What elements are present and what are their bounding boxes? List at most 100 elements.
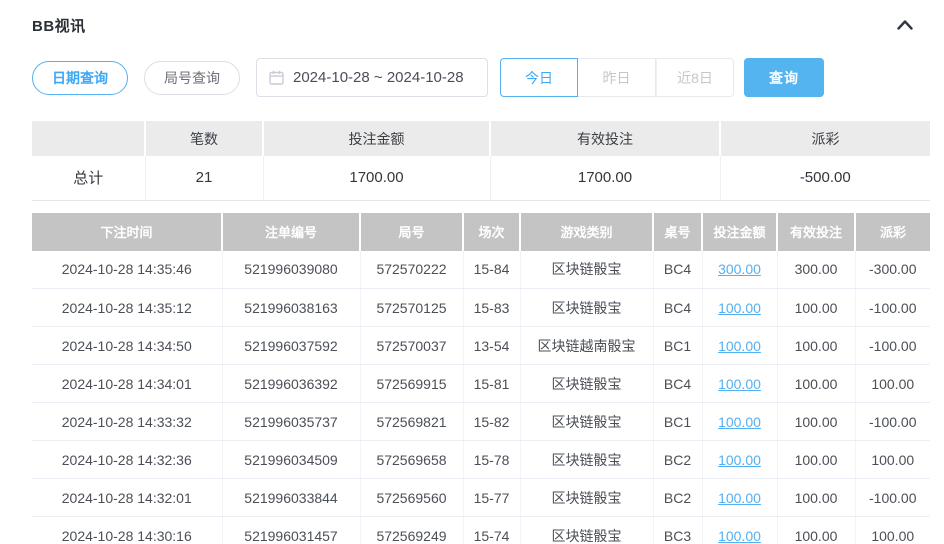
quick-range-yesterday[interactable]: 昨日: [578, 58, 656, 97]
bet-amount-link[interactable]: 100.00: [718, 300, 761, 316]
cell-payout: -100.00: [855, 403, 930, 441]
cell-payout: -100.00: [855, 289, 930, 327]
cell-valid-bet: 100.00: [777, 403, 855, 441]
filter-bar: 日期查询 局号查询 2024-10-28 ~ 2024-10-28 今日 昨日 …: [32, 58, 930, 97]
summary-header-empty: [32, 121, 145, 156]
summary-total-row: 总计 21 1700.00 1700.00 -500.00: [32, 156, 930, 200]
table-row: 2024-10-28 14:34:50 521996037592 5725700…: [32, 327, 930, 365]
cell-payout: 100.00: [855, 365, 930, 403]
table-row: 2024-10-28 14:35:46 521996039080 5725702…: [32, 251, 930, 289]
summary-table: 笔数 投注金额 有效投注 派彩 总计 21 1700.00 1700.00 -5…: [32, 121, 930, 201]
bet-amount-link[interactable]: 100.00: [718, 490, 761, 506]
cell-bet-id: 521996037592: [222, 327, 360, 365]
bet-amount-link[interactable]: 100.00: [718, 376, 761, 392]
cell-valid-bet: 100.00: [777, 479, 855, 517]
cell-game-type: 区块链骰宝: [520, 289, 653, 327]
date-range-input[interactable]: 2024-10-28 ~ 2024-10-28: [256, 58, 488, 97]
cell-round-id: 572570125: [360, 289, 463, 327]
table-row: 2024-10-28 14:35:12 521996038163 5725701…: [32, 289, 930, 327]
cell-game-type: 区块链骰宝: [520, 517, 653, 544]
round-query-tab[interactable]: 局号查询: [144, 61, 240, 95]
cell-bet-time: 2024-10-28 14:30:16: [32, 517, 222, 544]
cell-game-type: 区块链骰宝: [520, 479, 653, 517]
header-round-id: 局号: [360, 213, 463, 251]
cell-bet-id: 521996034509: [222, 441, 360, 479]
search-button[interactable]: 查询: [744, 58, 824, 97]
quick-range-last8days[interactable]: 近8日: [656, 58, 734, 97]
bet-amount-link[interactable]: 100.00: [718, 414, 761, 430]
cell-bet-time: 2024-10-28 14:33:32: [32, 403, 222, 441]
cell-session: 15-81: [463, 365, 520, 403]
cell-bet-amount: 100.00: [702, 289, 777, 327]
cell-session: 15-77: [463, 479, 520, 517]
header-table-no: 桌号: [653, 213, 702, 251]
cell-valid-bet: 100.00: [777, 365, 855, 403]
cell-bet-amount: 100.00: [702, 327, 777, 365]
quick-range-group: 今日 昨日 近8日: [500, 58, 734, 97]
cell-payout: -300.00: [855, 251, 930, 289]
date-query-tab[interactable]: 日期查询: [32, 61, 128, 95]
bb-video-panel: BB视讯 日期查询 局号查询 2024-10-28 ~ 2024-10-28 今…: [0, 0, 944, 544]
summary-header-valid-bet: 有效投注: [490, 121, 720, 156]
cell-bet-time: 2024-10-28 14:34:01: [32, 365, 222, 403]
cell-bet-id: 521996039080: [222, 251, 360, 289]
cell-game-type: 区块链骰宝: [520, 403, 653, 441]
cell-table-no: BC4: [653, 251, 702, 289]
quick-range-today[interactable]: 今日: [500, 58, 578, 97]
cell-bet-id: 521996036392: [222, 365, 360, 403]
cell-round-id: 572569915: [360, 365, 463, 403]
cell-session: 15-74: [463, 517, 520, 544]
bet-amount-link[interactable]: 300.00: [718, 261, 761, 277]
cell-bet-id: 521996033844: [222, 479, 360, 517]
cell-table-no: BC4: [653, 365, 702, 403]
cell-payout: 100.00: [855, 517, 930, 544]
calendar-icon: [269, 70, 284, 85]
cell-table-no: BC3: [653, 517, 702, 544]
cell-game-type: 区块链骰宝: [520, 365, 653, 403]
table-row: 2024-10-28 14:30:16 521996031457 5725692…: [32, 517, 930, 544]
cell-session: 15-78: [463, 441, 520, 479]
cell-session: 15-82: [463, 403, 520, 441]
cell-round-id: 572570037: [360, 327, 463, 365]
table-row: 2024-10-28 14:33:32 521996035737 5725698…: [32, 403, 930, 441]
chevron-up-icon: [897, 20, 913, 30]
cell-session: 13-54: [463, 327, 520, 365]
header-valid-bet: 有效投注: [777, 213, 855, 251]
cell-bet-amount: 100.00: [702, 479, 777, 517]
cell-valid-bet: 300.00: [777, 251, 855, 289]
header-bet-amount: 投注金额: [702, 213, 777, 251]
bet-amount-link[interactable]: 100.00: [718, 528, 761, 544]
panel-header: BB视讯: [32, 14, 930, 36]
cell-table-no: BC2: [653, 441, 702, 479]
bet-amount-link[interactable]: 100.00: [718, 338, 761, 354]
cell-bet-id: 521996038163: [222, 289, 360, 327]
header-bet-id: 注单编号: [222, 213, 360, 251]
summary-total-count: 21: [145, 156, 263, 200]
header-payout: 派彩: [855, 213, 930, 251]
summary-total-payout: -500.00: [720, 156, 930, 200]
cell-table-no: BC1: [653, 403, 702, 441]
collapse-button[interactable]: [892, 14, 918, 36]
summary-header-row: 笔数 投注金额 有效投注 派彩: [32, 121, 930, 156]
header-session: 场次: [463, 213, 520, 251]
summary-header-count: 笔数: [145, 121, 263, 156]
cell-table-no: BC1: [653, 327, 702, 365]
bet-amount-link[interactable]: 100.00: [718, 452, 761, 468]
cell-session: 15-83: [463, 289, 520, 327]
cell-bet-time: 2024-10-28 14:35:12: [32, 289, 222, 327]
cell-bet-time: 2024-10-28 14:32:01: [32, 479, 222, 517]
cell-payout: -100.00: [855, 327, 930, 365]
date-range-value: 2024-10-28 ~ 2024-10-28: [293, 69, 464, 86]
table-row: 2024-10-28 14:32:36 521996034509 5725696…: [32, 441, 930, 479]
cell-bet-time: 2024-10-28 14:35:46: [32, 251, 222, 289]
cell-game-type: 区块链骰宝: [520, 251, 653, 289]
cell-bet-amount: 100.00: [702, 403, 777, 441]
page-title: BB视讯: [32, 15, 86, 36]
cell-bet-id: 521996031457: [222, 517, 360, 544]
cell-valid-bet: 100.00: [777, 327, 855, 365]
cell-round-id: 572569560: [360, 479, 463, 517]
cell-round-id: 572569249: [360, 517, 463, 544]
table-row: 2024-10-28 14:34:01 521996036392 5725699…: [32, 365, 930, 403]
cell-bet-amount: 100.00: [702, 517, 777, 544]
summary-total-bet-amount: 1700.00: [263, 156, 490, 200]
